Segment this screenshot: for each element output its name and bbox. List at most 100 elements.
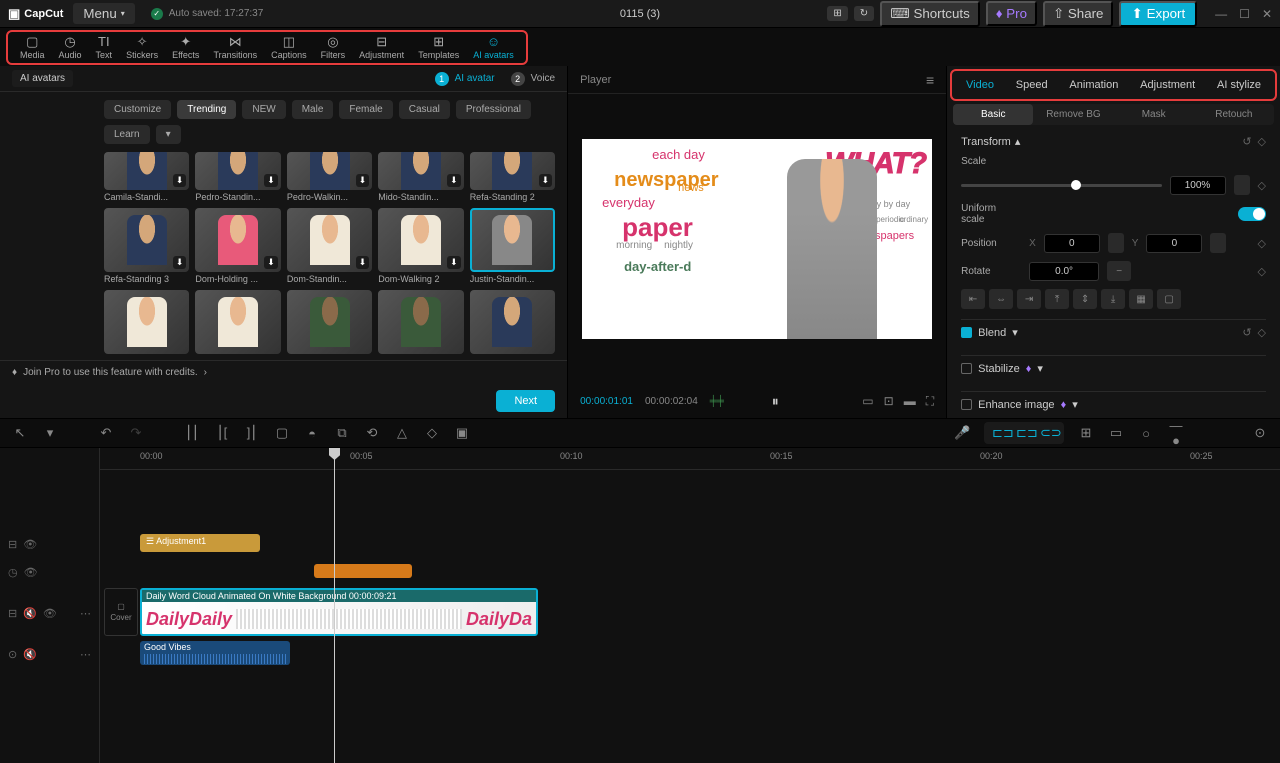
filter-new[interactable]: NEW	[242, 100, 285, 119]
avatar-card[interactable]	[470, 290, 555, 354]
tab-ai-avatars[interactable]: ☺AI avatars	[467, 35, 520, 60]
filter-female[interactable]: Female	[339, 100, 392, 119]
avatar-card[interactable]: ⬇Dom-Holding ...	[195, 208, 280, 284]
avatar-card[interactable]	[287, 290, 372, 354]
step-avatar[interactable]: 1AI avatar	[435, 72, 495, 86]
trim-left-icon[interactable]: ⎮[	[214, 425, 230, 441]
zoom-slider[interactable]: —●	[1168, 418, 1184, 448]
video-visible-icon[interactable]: 👁	[43, 607, 57, 620]
pos-y-spinner[interactable]	[1210, 233, 1226, 253]
uniform-toggle[interactable]	[1238, 207, 1266, 221]
menu-button[interactable]: Menu	[73, 3, 134, 24]
subtab-mask[interactable]: Mask	[1114, 104, 1194, 125]
adjustment-clip[interactable]: ☰ Adjustment1	[140, 534, 260, 552]
video-lock-icon[interactable]: ⊟	[8, 607, 17, 620]
mask-icon[interactable]: ◓	[304, 426, 320, 441]
close-icon[interactable]: ✕	[1262, 7, 1272, 21]
share-button[interactable]: ⇧ Share	[1043, 1, 1113, 27]
reverse-icon[interactable]: ⟲	[364, 425, 380, 441]
rotate-input[interactable]	[1029, 262, 1099, 281]
filter-customize[interactable]: Customize	[104, 100, 171, 119]
avatar-card[interactable]: ⬇Refa-Standing 2	[470, 152, 555, 202]
align-left-icon[interactable]: ⇤	[961, 289, 985, 309]
audio-lock-icon[interactable]: ⊙	[8, 648, 17, 661]
rotate-reset[interactable]: −	[1107, 261, 1131, 281]
history-icon[interactable]: ↻	[854, 6, 874, 21]
reset-icon[interactable]: ↺	[1242, 326, 1251, 339]
scale-icon[interactable]: ⊡	[884, 394, 894, 409]
filter-professional[interactable]: Professional	[456, 100, 531, 119]
pos-x-input[interactable]	[1044, 234, 1100, 253]
avatar-card[interactable]: Justin-Standin...	[470, 208, 555, 284]
download-icon[interactable]: ⬇	[173, 256, 187, 269]
preview-quality-icon[interactable]: ▬	[904, 394, 916, 409]
audio-meter-icon[interactable]: ╪╪	[710, 396, 724, 407]
step-voice[interactable]: 2Voice	[511, 72, 555, 86]
keyframe-icon[interactable]: ◇	[1258, 326, 1266, 339]
keyframe-icon[interactable]: ◇	[1258, 265, 1266, 278]
download-icon[interactable]: ⬇	[356, 174, 370, 187]
download-icon[interactable]: ⬇	[356, 256, 370, 269]
subtab-retouch[interactable]: Retouch	[1194, 104, 1274, 125]
tab-effects[interactable]: ✦Effects	[166, 35, 205, 60]
next-button[interactable]: Next	[496, 390, 555, 412]
pause-button[interactable]: ⏸	[772, 393, 779, 410]
enhance-section[interactable]: Enhance image ♦ ▾	[961, 391, 1266, 417]
download-icon[interactable]: ⬇	[173, 174, 187, 187]
avatar-card[interactable]	[195, 290, 280, 354]
tab-audio[interactable]: ◷Audio	[53, 35, 88, 60]
rotate-icon[interactable]: ◇	[424, 425, 440, 441]
fx-clock-icon[interactable]: ◷	[8, 566, 18, 579]
audio-clip[interactable]: Good Vibes	[140, 641, 290, 665]
tab-filters[interactable]: ◎Filters	[315, 35, 352, 60]
download-icon[interactable]: ⬇	[264, 256, 278, 269]
pos-y-input[interactable]	[1146, 234, 1202, 253]
shortcuts-button[interactable]: ⌨ Shortcuts	[880, 1, 980, 27]
join-pro-banner[interactable]: ♦ Join Pro to use this feature with cred…	[0, 360, 567, 384]
side-category[interactable]: AI avatars	[12, 70, 73, 87]
scale-spinner[interactable]	[1234, 175, 1250, 195]
timeline-tracks[interactable]: 00:00 00:05 00:10 00:15 00:20 00:25 ☰ Ad…	[100, 448, 1280, 763]
redo-icon[interactable]: ↷	[128, 425, 144, 441]
mic-icon[interactable]: 🎤	[954, 425, 970, 441]
filter-more[interactable]: ▾	[156, 125, 181, 144]
align-bottom-icon[interactable]: ⤓	[1101, 289, 1125, 309]
mirror-icon[interactable]: △	[394, 425, 410, 441]
pos-x-spinner[interactable]	[1108, 233, 1124, 253]
video-mute-icon[interactable]: 🔇	[23, 607, 37, 620]
adj-visible-icon[interactable]: 👁	[23, 538, 37, 551]
layout-icon[interactable]: ⊞	[827, 6, 847, 21]
preview-icon[interactable]: ⊞	[1078, 425, 1094, 441]
align-center-v-icon[interactable]: ⇕	[1073, 289, 1097, 309]
keyframe-icon[interactable]: ◇	[1258, 237, 1266, 250]
tab-adjustment[interactable]: ⊟Adjustment	[353, 35, 410, 60]
fullscreen-icon[interactable]: ⛶	[926, 394, 934, 409]
enhance-checkbox[interactable]	[961, 399, 972, 410]
subtab-basic[interactable]: Basic	[953, 104, 1033, 125]
align-fill-icon[interactable]: ▦	[1129, 289, 1153, 309]
avatar-card[interactable]: ⬇Camila-Standi...	[104, 152, 189, 202]
tab-templates[interactable]: ⊞Templates	[412, 35, 465, 60]
filter-casual[interactable]: Casual	[399, 100, 450, 119]
maximize-icon[interactable]: ☐	[1239, 7, 1250, 21]
delete-icon[interactable]: ▢	[274, 425, 290, 441]
copy-icon[interactable]: ⧉	[334, 425, 350, 441]
crop-icon[interactable]: ▣	[454, 425, 470, 441]
align-fit-icon[interactable]: ▢	[1157, 289, 1181, 309]
tab-transitions[interactable]: ⋈Transitions	[207, 35, 263, 60]
tab-stickers[interactable]: ✧Stickers	[120, 35, 164, 60]
keyframe-icon[interactable]: ◇	[1258, 179, 1266, 192]
playhead[interactable]	[334, 448, 335, 763]
tab-text[interactable]: TIText	[90, 35, 119, 60]
scale-slider[interactable]	[961, 184, 1161, 187]
split-icon[interactable]: ⎮⎮	[184, 425, 200, 441]
download-icon[interactable]: ⬇	[447, 174, 461, 187]
cover-button[interactable]: ▢Cover	[104, 588, 138, 636]
tab-captions[interactable]: ◫Captions	[265, 35, 313, 60]
avatar-card[interactable]: ⬇Mido-Standin...	[378, 152, 463, 202]
scale-input[interactable]	[1170, 176, 1226, 195]
stabilize-section[interactable]: Stabilize ♦ ▾	[961, 355, 1266, 381]
magnet-main-icon[interactable]: ⊏⊐	[992, 425, 1008, 441]
stabilize-checkbox[interactable]	[961, 363, 972, 374]
zoom-out-icon[interactable]: ○	[1138, 426, 1154, 441]
